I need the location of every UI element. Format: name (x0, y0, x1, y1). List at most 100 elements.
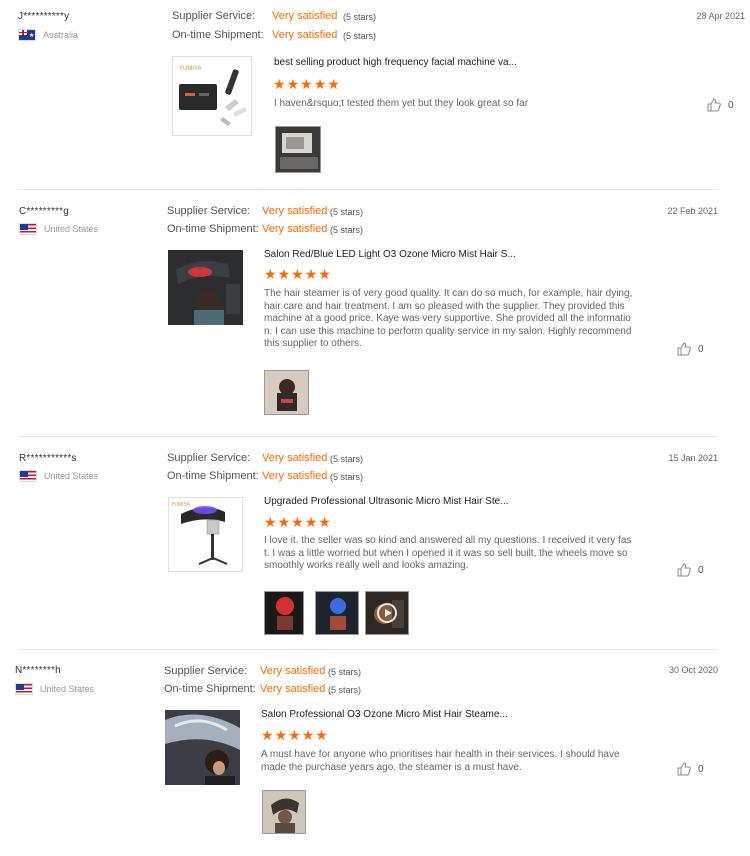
review-date: 28 Apr 2021 (696, 11, 745, 21)
like-button[interactable]: 0 (707, 98, 734, 112)
star-icon: ★ (264, 514, 277, 530)
ontime-shipment-stars: (5 stars) (328, 685, 362, 695)
star-icon: ★ (318, 266, 331, 282)
like-count: 0 (728, 99, 734, 111)
star-icon: ★ (277, 266, 291, 282)
star-icon: ★ (274, 727, 288, 743)
reviewer-country: Australia (18, 29, 78, 41)
thumbs-up-icon (677, 563, 691, 577)
review-photo-thumbnail[interactable] (275, 126, 321, 173)
reviewer-country: United States (15, 683, 94, 695)
product-image[interactable] (168, 250, 243, 325)
reviewer-name: J**********y (18, 11, 70, 22)
thumbs-up-icon (677, 762, 691, 776)
review-text: I haven&rsquo;t tested them yet but they… (274, 98, 529, 109)
like-button[interactable]: 0 (677, 563, 704, 577)
review-text: I love it. the seller was so kind and an… (264, 535, 632, 571)
svg-text:YUMIYA: YUMIYA (171, 502, 190, 508)
review-date: 22 Feb 2021 (667, 206, 718, 216)
review-item: R***********s United States Supplier Ser… (0, 437, 750, 649)
star-icon: ★ (304, 514, 318, 530)
ontime-shipment-label: On-time Shipment: (167, 470, 259, 482)
supplier-service-value: Very satisfied (262, 452, 328, 464)
supplier-service-label: Supplier Service: (167, 452, 251, 464)
star-rating: ★ ★ ★ ★ ★ (261, 728, 328, 742)
product-image[interactable]: YUMIYA (172, 56, 252, 136)
country-name: Australia (43, 30, 79, 40)
review-text: A must have for anyone who prioritises h… (261, 749, 620, 773)
review-photo-thumbnail[interactable] (264, 591, 304, 635)
like-button[interactable]: 0 (677, 762, 704, 776)
usa-flag-icon (19, 470, 37, 482)
star-icon: ★ (313, 76, 327, 92)
review-photo-thumbnail[interactable] (264, 370, 309, 415)
star-icon: ★ (261, 727, 274, 743)
like-button[interactable]: 0 (677, 342, 704, 356)
star-icon: ★ (286, 76, 300, 92)
star-icon: ★ (318, 514, 331, 530)
supplier-service-label: Supplier Service: (172, 10, 256, 22)
reviewer-country: United States (19, 470, 98, 482)
thumbs-up-icon (677, 342, 691, 356)
star-icon: ★ (291, 514, 304, 530)
star-rating: ★ ★ ★ ★ ★ (264, 267, 331, 281)
ontime-shipment-value: Very satisfied (272, 29, 338, 41)
reviewer-name: C*********g (19, 206, 70, 217)
usa-flag-icon (19, 223, 37, 235)
product-title[interactable]: Salon Professional O3 Ozone Micro Mist H… (261, 709, 508, 720)
like-count: 0 (698, 343, 704, 355)
supplier-service-value: Very satisfied (260, 665, 326, 677)
star-icon: ★ (277, 514, 291, 530)
ontime-shipment-stars: (5 stars) (330, 225, 364, 235)
product-title[interactable]: Upgraded Professional Ultrasonic Micro M… (264, 496, 509, 507)
product-image[interactable]: YUMIYA (168, 497, 243, 572)
star-rating: ★ ★ ★ ★ ★ (273, 77, 340, 91)
australia-flag-icon (18, 29, 36, 41)
play-icon (377, 603, 397, 623)
country-name: United States (40, 684, 95, 694)
ontime-shipment-value: Very satisfied (262, 223, 328, 235)
star-icon: ★ (304, 266, 318, 282)
review-video-thumbnail[interactable] (365, 591, 409, 635)
reviewer-name: R***********s (19, 453, 77, 464)
supplier-service-stars: (5 stars) (343, 12, 377, 22)
review-text: The hair steamer is of very good quality… (264, 288, 633, 349)
review-item: N********h United States Supplier Servic… (0, 650, 750, 856)
product-title[interactable]: Salon Red/Blue LED Light O3 Ozone Micro … (264, 249, 516, 260)
star-icon: ★ (300, 76, 313, 92)
review-photo-thumbnail[interactable] (262, 790, 306, 834)
review-item: C*********g United States Supplier Servi… (0, 190, 750, 436)
supplier-service-value: Very satisfied (272, 10, 338, 22)
star-icon: ★ (291, 266, 304, 282)
supplier-service-value: Very satisfied (262, 205, 328, 217)
like-count: 0 (698, 763, 704, 775)
star-icon: ★ (264, 266, 277, 282)
supplier-service-stars: (5 stars) (330, 207, 364, 217)
reviewer-name: N********h (15, 665, 61, 676)
like-count: 0 (698, 564, 704, 576)
star-icon: ★ (301, 727, 315, 743)
usa-flag-icon (15, 683, 33, 695)
ontime-shipment-label: On-time Shipment: (172, 29, 264, 41)
supplier-service-label: Supplier Service: (164, 665, 248, 677)
product-image[interactable] (165, 710, 240, 785)
review-photo-thumbnail[interactable] (315, 591, 359, 635)
country-name: United States (44, 471, 99, 481)
review-date: 15 Jan 2021 (668, 453, 718, 463)
supplier-service-label: Supplier Service: (167, 205, 251, 217)
star-icon: ★ (288, 727, 301, 743)
review-date: 30 Oct 2020 (668, 665, 718, 675)
supplier-service-stars: (5 stars) (330, 454, 364, 464)
svg-text:YUMIYA: YUMIYA (179, 66, 202, 72)
review-item: J**********y Australia Supplier Service:… (0, 0, 750, 190)
star-rating: ★ ★ ★ ★ ★ (264, 515, 331, 529)
product-title[interactable]: best selling product high frequency faci… (274, 57, 517, 68)
ontime-shipment-value: Very satisfied (262, 470, 328, 482)
ontime-shipment-value: Very satisfied (260, 683, 326, 695)
thumbs-up-icon (707, 98, 721, 112)
supplier-service-stars: (5 stars) (328, 667, 362, 677)
ontime-shipment-label: On-time Shipment: (167, 223, 259, 235)
ontime-shipment-stars: (5 stars) (330, 472, 364, 482)
star-icon: ★ (315, 727, 328, 743)
ontime-shipment-label: On-time Shipment: (164, 683, 256, 695)
